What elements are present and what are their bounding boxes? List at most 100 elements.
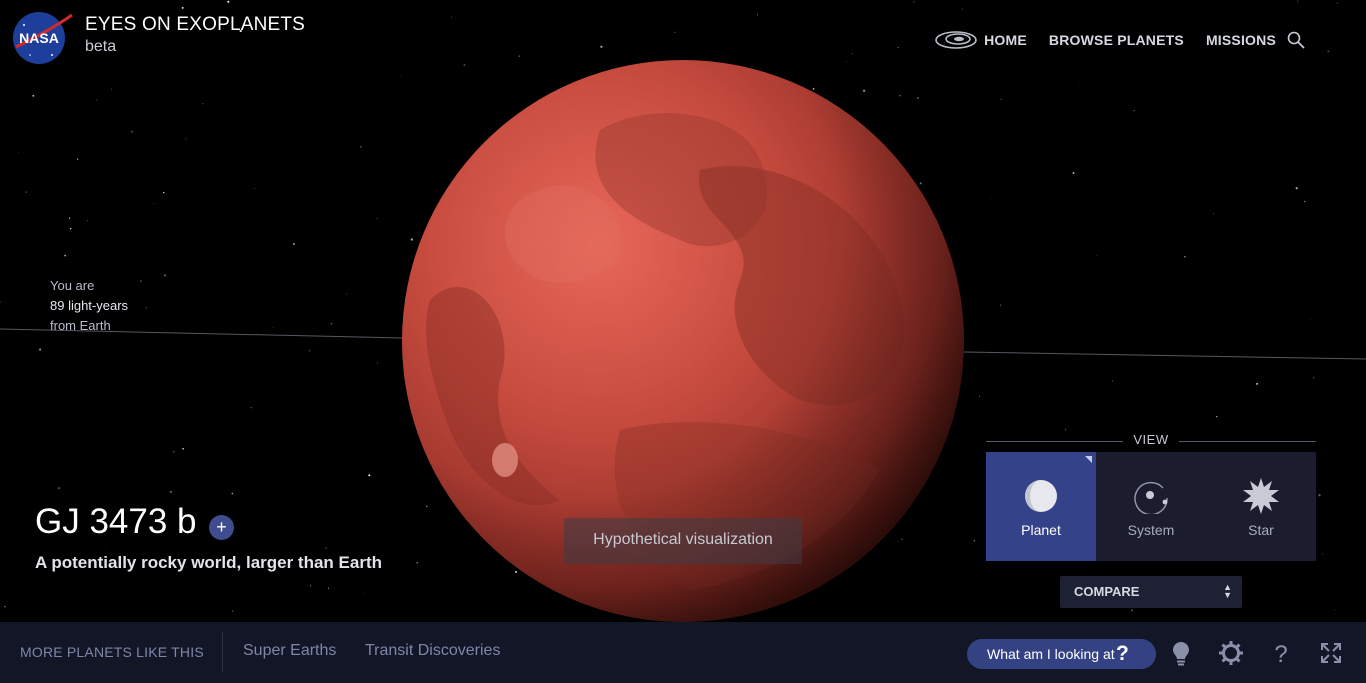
- view-options: Planet System Star: [986, 452, 1316, 561]
- star: [410, 238, 413, 241]
- planet-description: A potentially rocky world, larger than E…: [35, 553, 382, 572]
- what-label: What am I looking at: [987, 646, 1115, 662]
- more-planets-label: MORE PLANETS LIKE THIS: [20, 644, 204, 660]
- star: [68, 217, 71, 219]
- star: [169, 490, 173, 493]
- search-icon[interactable]: [1286, 30, 1306, 50]
- app-subtitle: beta: [85, 38, 117, 55]
- star: [1295, 187, 1298, 190]
- star: [111, 88, 113, 90]
- star: [140, 280, 142, 283]
- star: [64, 254, 67, 257]
- star: [338, 299, 340, 300]
- star: [425, 505, 428, 508]
- star: [254, 188, 255, 189]
- star: [1216, 415, 1218, 418]
- galaxy-icon[interactable]: [934, 29, 978, 51]
- view-planet-button[interactable]: Planet: [986, 452, 1096, 561]
- star: [292, 243, 295, 245]
- help-icon[interactable]: ?: [1268, 640, 1294, 666]
- star: [130, 130, 134, 133]
- star: [919, 182, 922, 185]
- star: [1096, 255, 1097, 256]
- star: [401, 618, 403, 620]
- star: [1318, 494, 1321, 497]
- question-icon: ?: [1116, 642, 1129, 665]
- fullscreen-icon[interactable]: [1318, 640, 1344, 666]
- bottom-bar: MORE PLANETS LIKE THIS Super Earths Tran…: [0, 622, 1366, 683]
- star: [1221, 352, 1222, 353]
- star: [1334, 609, 1336, 611]
- star: [1072, 172, 1075, 174]
- view-star-button[interactable]: Star: [1206, 452, 1316, 561]
- orbit-line-right: [963, 351, 1366, 360]
- star: [416, 561, 419, 564]
- star: [812, 87, 815, 90]
- star: [308, 349, 311, 352]
- nav-home[interactable]: HOME: [984, 32, 1027, 48]
- view-system-button[interactable]: System: [1096, 452, 1206, 561]
- star: [345, 293, 347, 295]
- category-transit-discoveries[interactable]: Transit Discoveries: [365, 642, 500, 660]
- star: [0, 301, 1, 303]
- star: [999, 304, 1002, 306]
- compare-arrows-icon: ▲ ▼: [1223, 582, 1232, 600]
- star: [87, 219, 89, 222]
- star: [76, 158, 79, 160]
- star: [978, 395, 980, 397]
- star: [163, 274, 167, 277]
- gear-icon[interactable]: [1218, 640, 1244, 666]
- star: [32, 94, 35, 97]
- star: [1111, 380, 1114, 382]
- star: [1304, 200, 1306, 203]
- distance-value: 89 light-years: [50, 298, 129, 313]
- star: [897, 541, 899, 543]
- star: [327, 587, 330, 589]
- star: [163, 191, 165, 194]
- compare-label: COMPARE: [1074, 584, 1140, 599]
- nasa-logo-icon[interactable]: NASA: [12, 11, 74, 65]
- planet-icon: [1025, 480, 1057, 512]
- star: [1184, 256, 1186, 258]
- star: [57, 487, 61, 490]
- star: [917, 97, 919, 99]
- distance-line-3: from Earth: [50, 318, 111, 333]
- star: [309, 585, 312, 587]
- app-header: NASA EYES ON EXOPLANETS beta HOME BROWSE…: [0, 0, 1366, 80]
- main-nav: HOME BROWSE PLANETS MISSIONS: [934, 29, 1276, 51]
- lightbulb-icon[interactable]: [1168, 640, 1194, 666]
- star: [153, 203, 155, 204]
- system-icon: [1134, 481, 1168, 514]
- compare-select[interactable]: COMPARE ▲ ▼: [1060, 576, 1242, 608]
- star: [325, 547, 327, 549]
- star: [25, 191, 28, 193]
- star: [202, 103, 204, 105]
- star: [182, 447, 184, 450]
- bottom-divider: [222, 632, 223, 672]
- star: [272, 326, 274, 328]
- star: [145, 307, 147, 309]
- star: [973, 540, 975, 542]
- view-panel: VIEW Planet System Star: [986, 432, 1316, 561]
- star: [185, 138, 187, 140]
- star: [95, 99, 97, 101]
- category-super-earths[interactable]: Super Earths: [243, 642, 336, 660]
- star: [376, 218, 378, 220]
- what-am-i-looking-at-button[interactable]: What am I looking at ?: [967, 639, 1156, 669]
- distance-readout: You are 89 light-years from Earth: [50, 276, 128, 336]
- hypothetical-visualization-label: Hypothetical visualization: [564, 518, 802, 564]
- star: [1133, 109, 1135, 112]
- add-planet-button[interactable]: +: [209, 515, 234, 540]
- star: [105, 545, 106, 547]
- star: [172, 450, 175, 453]
- star: [39, 348, 42, 351]
- star: [1000, 98, 1002, 100]
- star: [17, 151, 19, 153]
- app-title[interactable]: EYES ON EXOPLANETS: [85, 14, 305, 36]
- nav-browse-planets[interactable]: BROWSE PLANETS: [1049, 32, 1184, 48]
- star: [515, 570, 517, 573]
- star: [368, 474, 371, 477]
- star: [1131, 609, 1133, 612]
- star: [1313, 377, 1315, 379]
- nav-missions[interactable]: MISSIONS: [1206, 32, 1276, 48]
